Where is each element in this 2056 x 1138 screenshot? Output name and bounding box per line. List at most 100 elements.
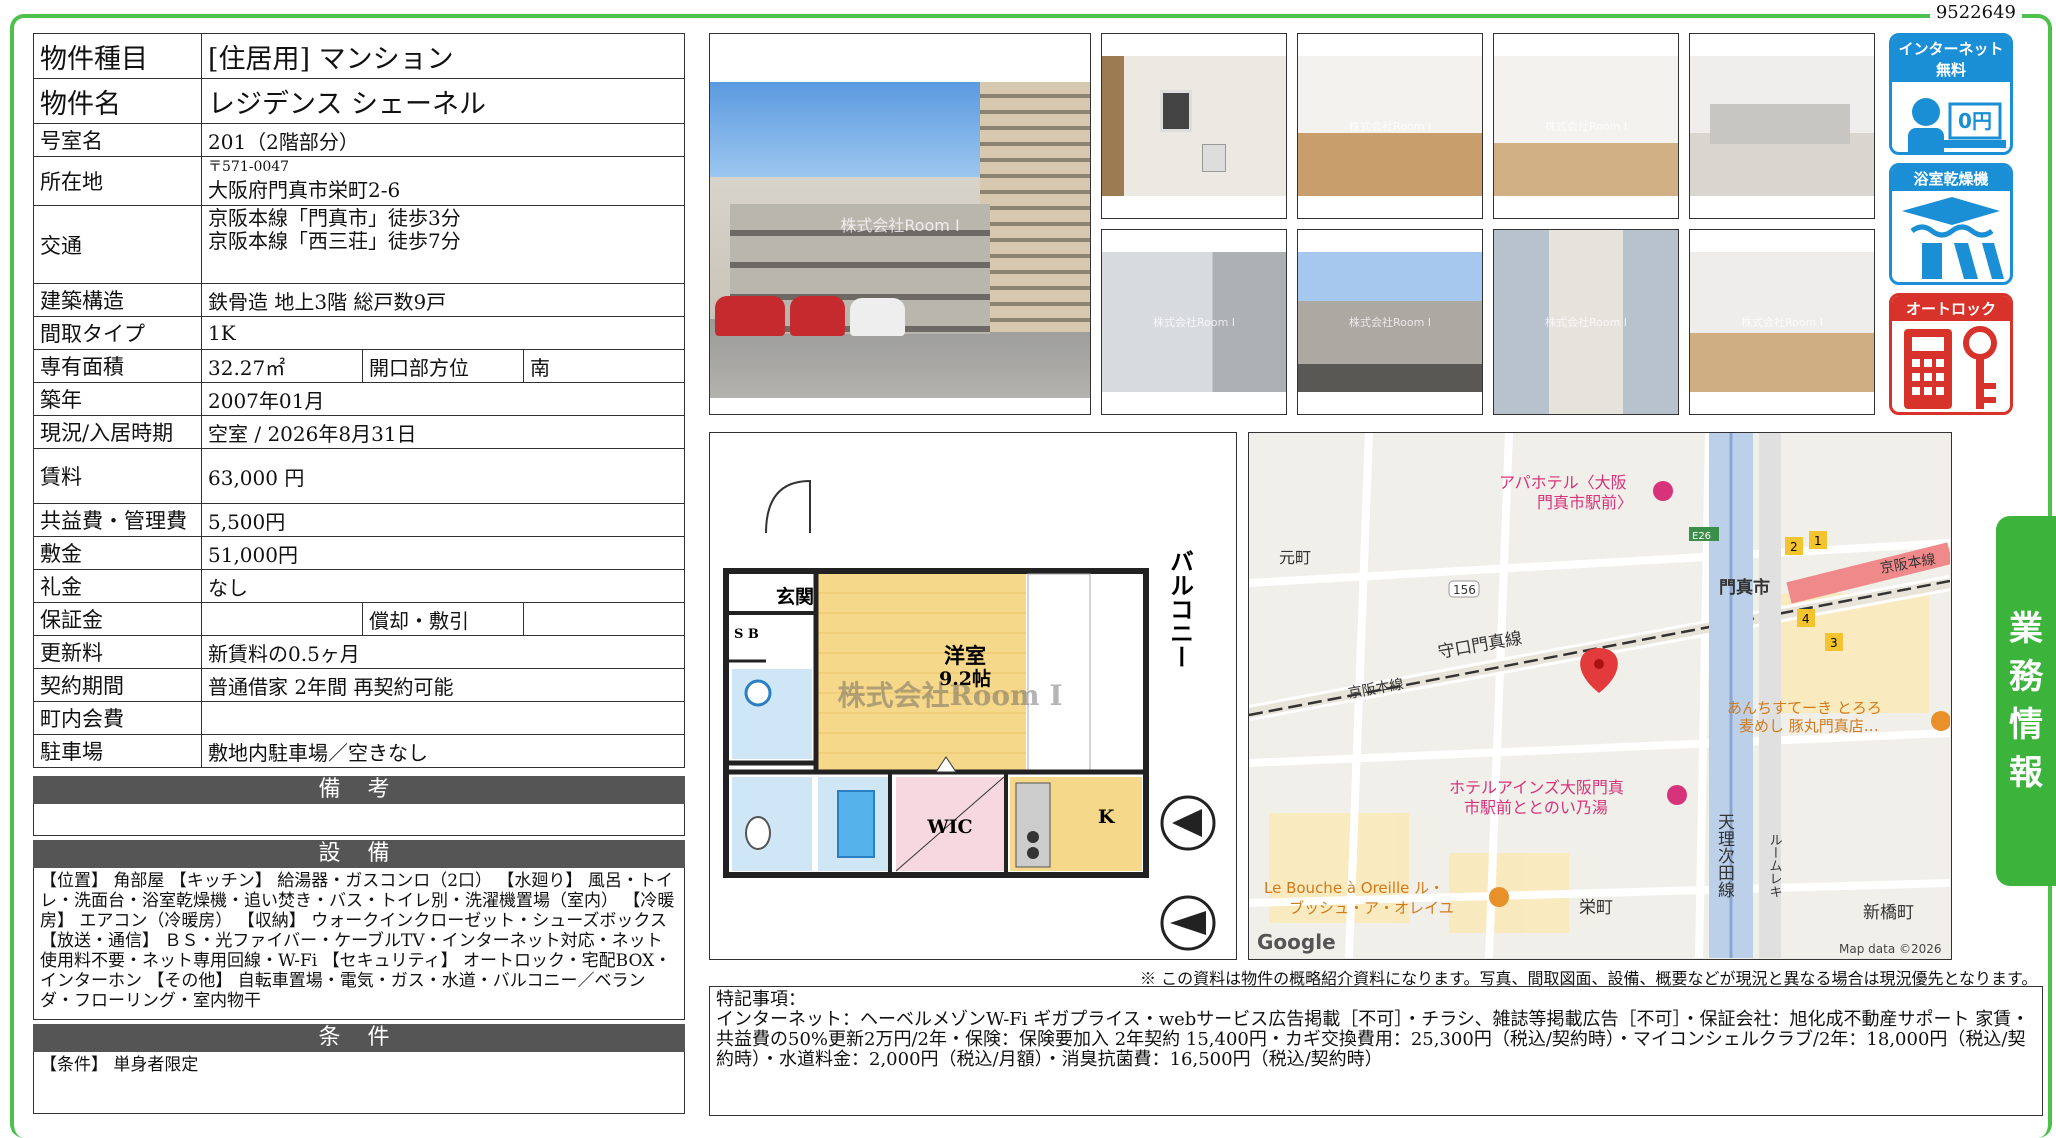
keymoney-label: 礼金 xyxy=(33,569,202,603)
tab-char-4: 報 xyxy=(2009,753,2043,793)
equipment-title: 設 備 xyxy=(33,840,685,868)
map-tenri-line: 天理次田線 xyxy=(1714,813,1735,898)
interior-photo-2: 株式会社Room I xyxy=(1297,33,1483,219)
traffic-2: 京阪本線「西三荘」徒歩7分 xyxy=(208,229,461,253)
floorplan-watermark: 株式会社Room I xyxy=(837,679,1062,712)
remarks-title: 備 考 xyxy=(33,776,685,804)
traffic-label: 交通 xyxy=(33,205,202,284)
amort-label: 償却・敷引 xyxy=(362,602,524,636)
photo-watermark: 株式会社Room I xyxy=(1544,316,1628,329)
photo-watermark: 株式会社Room I xyxy=(1152,316,1236,329)
map-exit-1: 1 xyxy=(1814,534,1822,548)
interior-photo-3: 株式会社Room I xyxy=(1493,33,1679,219)
business-info-tab[interactable]: 業 務 情 報 xyxy=(1996,516,2056,886)
deposit-label: 敷金 xyxy=(33,536,202,570)
guarantee-label: 保証金 xyxy=(33,602,202,636)
laptop-person-icon: 0円 xyxy=(1908,98,2006,152)
genkan-label: 玄関 xyxy=(776,585,814,608)
structure-label: 建築構造 xyxy=(33,283,202,317)
conditions-title: 条 件 xyxy=(33,1024,685,1052)
remarks-body xyxy=(33,804,685,836)
map-apa-hotel-2: 門真市駅前〉 xyxy=(1537,493,1633,512)
interior-photo-1 xyxy=(1101,33,1287,219)
status-label: 現況/入居時期 xyxy=(33,415,202,449)
map-e26: E26 xyxy=(1692,531,1711,542)
contract-label: 契約期間 xyxy=(33,668,202,702)
photo-watermark: 株式会社Room I xyxy=(840,216,960,235)
google-logo: Google xyxy=(1257,930,1336,954)
fee-value: 5,500円 xyxy=(201,503,685,537)
special-notes: 特記事項： インターネット：ヘーベルメゾンW-Fi ギガプライス・webサービス… xyxy=(709,986,2043,1116)
balcony-photo: 株式会社Room I xyxy=(1297,229,1483,415)
document-id: 9522649 xyxy=(1929,2,2022,23)
map-inns-hotel: ホテルアインズ大阪門真 xyxy=(1449,778,1624,797)
town-label: 町内会費 xyxy=(33,701,202,735)
traffic-cell: 京阪本線「門真市」徒歩3分 京阪本線「西三荘」徒歩7分 xyxy=(201,205,685,284)
map-station: 門真市 xyxy=(1719,577,1770,598)
kitchen-label: K xyxy=(1098,806,1116,828)
room-label: 洋室 xyxy=(944,643,986,668)
guarantee-value xyxy=(201,602,363,636)
address-cell: 〒571-0047 大阪府門真市栄町2-6 xyxy=(201,156,685,206)
built-value: 2007年01月 xyxy=(201,382,685,416)
map-route-156: 156 xyxy=(1453,583,1476,597)
equipment-section: 設 備 【位置】 角部屋 【キッチン】 給湯器・ガスコンロ（2口） 【水廻り】 … xyxy=(33,840,685,1020)
type-label: 物件種目 xyxy=(33,33,202,79)
parking-label: 駐車場 xyxy=(33,734,202,768)
location-map[interactable]: アパホテル〈大阪 門真市駅前〉 元町 E26 156 守口門真線 京阪本線 京阪… xyxy=(1248,432,1952,960)
internet-free-badge: インターネット無料 0円 xyxy=(1889,33,2013,155)
autolock-label: オートロック xyxy=(1892,296,2010,321)
internet-price: 0円 xyxy=(1958,109,1992,133)
parking-value: 敷地内駐車場／空きなし xyxy=(201,734,685,768)
photo-watermark: 株式会社Room I xyxy=(1348,316,1432,329)
map-lebouche: Le Bouche à Oreille ル・ xyxy=(1264,879,1444,897)
internet-free-label: インターネット無料 xyxy=(1892,36,2010,82)
type-value: [住居用] マンション xyxy=(201,33,685,79)
deposit-value: 51,000円 xyxy=(201,536,685,570)
map-sakaemachi: 栄町 xyxy=(1579,898,1613,918)
floor-plan: 玄関 S B 洋室 9.2帖 株式会社Room I WIC K バルコニー xyxy=(709,432,1237,960)
map-restaurant: あんちすてーき とろろ xyxy=(1727,699,1882,717)
name-label: 物件名 xyxy=(33,78,202,124)
balcony-label: バルコニー xyxy=(1166,549,1195,669)
map-lebouche-2: ブッシュ・ア・オレイユ xyxy=(1289,899,1454,917)
town-value xyxy=(201,701,685,735)
direction-label: 開口部方位 xyxy=(362,349,524,383)
renewal-label: 更新料 xyxy=(33,635,202,669)
direction-value: 南 xyxy=(523,349,685,383)
map-restaurant-2: 麦めし 豚丸門真店… xyxy=(1739,717,1879,735)
floor-plan-drawing: 玄関 S B 洋室 9.2帖 株式会社Room I WIC K バルコニー xyxy=(723,479,1216,951)
map-monorail: ルームレキ xyxy=(1767,833,1782,898)
tab-char-1: 業 xyxy=(2009,609,2043,649)
photo-watermark: 株式会社Room I xyxy=(1740,316,1824,329)
interior-photo-4 xyxy=(1689,33,1875,219)
structure-value: 鉄骨造 地上3階 総戸数9戸 xyxy=(201,283,685,317)
exterior-photo: 株式会社Room I xyxy=(709,33,1091,415)
map-apa-hotel: アパホテル〈大阪 xyxy=(1499,473,1627,492)
postal-code: 〒571-0047 xyxy=(208,158,290,175)
built-label: 築年 xyxy=(33,382,202,416)
keymoney-value: なし xyxy=(201,569,685,603)
fee-label: 共益費・管理費 xyxy=(33,503,202,537)
interior-photo-5: 株式会社Room I xyxy=(1101,229,1287,415)
notes-title: 特記事項： xyxy=(716,989,806,1010)
photo-watermark: 株式会社Room I xyxy=(1348,120,1432,133)
address-label: 所在地 xyxy=(33,156,202,206)
autolock-badge: オートロック xyxy=(1889,293,2013,415)
bath-dryer-icon xyxy=(1902,197,2004,279)
map-data-credit: Map data ©2026 xyxy=(1839,942,1942,956)
bath-dryer-badge: 浴室乾燥機 xyxy=(1889,163,2013,285)
renewal-value: 新賃料の0.5ヶ月 xyxy=(201,635,685,669)
photo-watermark: 株式会社Room I xyxy=(1544,120,1628,133)
map-drawing: アパホテル〈大阪 門真市駅前〉 元町 E26 156 守口門真線 京阪本線 京阪… xyxy=(1249,433,1951,959)
shoebox-label: S B xyxy=(734,627,759,642)
keypad-key-icon xyxy=(1904,326,1997,409)
area-value: 32.27㎡ xyxy=(201,349,363,383)
map-inns-hotel-2: 市駅前ととのい乃湯 xyxy=(1464,798,1608,817)
tab-char-3: 情 xyxy=(2009,705,2043,745)
notes-text: インターネット：ヘーベルメゾンW-Fi ギガプライス・webサービス広告掲載［不… xyxy=(716,1009,2030,1070)
traffic-1: 京阪本線「門真市」徒歩3分 xyxy=(208,206,461,230)
bath-dryer-label: 浴室乾燥機 xyxy=(1892,166,2010,191)
conditions-section: 条 件 【条件】 単身者限定 xyxy=(33,1024,685,1114)
amort-value xyxy=(523,602,685,636)
